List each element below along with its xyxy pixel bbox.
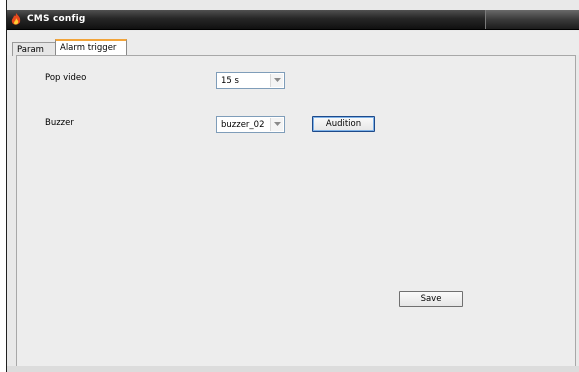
- buzzer-select[interactable]: buzzer_02: [216, 116, 285, 133]
- chevron-down-icon[interactable]: [270, 74, 283, 87]
- tab-alarm-trigger[interactable]: Alarm trigger: [55, 39, 127, 56]
- alarm-trigger-panel: Pop video 15 s Buzzer buzzer_02 Audition…: [16, 55, 576, 367]
- window-title: CMS config: [27, 14, 86, 24]
- tab-bar: Param Alarm trigger: [7, 31, 579, 56]
- buzzer-value: buzzer_02: [221, 120, 265, 130]
- chevron-down-icon[interactable]: [270, 118, 283, 131]
- window-bottom-edge: [7, 366, 579, 372]
- audition-button[interactable]: Audition: [312, 116, 375, 132]
- title-bar-controls-area: [485, 10, 579, 29]
- buzzer-label: Buzzer: [45, 118, 74, 128]
- tab-param[interactable]: Param: [12, 42, 56, 56]
- app-flame-icon: [9, 12, 23, 27]
- pop-video-label: Pop video: [45, 73, 87, 83]
- save-button[interactable]: Save: [399, 291, 463, 307]
- title-bar[interactable]: CMS config: [7, 10, 579, 30]
- pop-video-select[interactable]: 15 s: [216, 72, 285, 89]
- cms-config-window: CMS config Param Alarm trigger Pop video…: [6, 0, 579, 372]
- pop-video-value: 15 s: [221, 76, 239, 86]
